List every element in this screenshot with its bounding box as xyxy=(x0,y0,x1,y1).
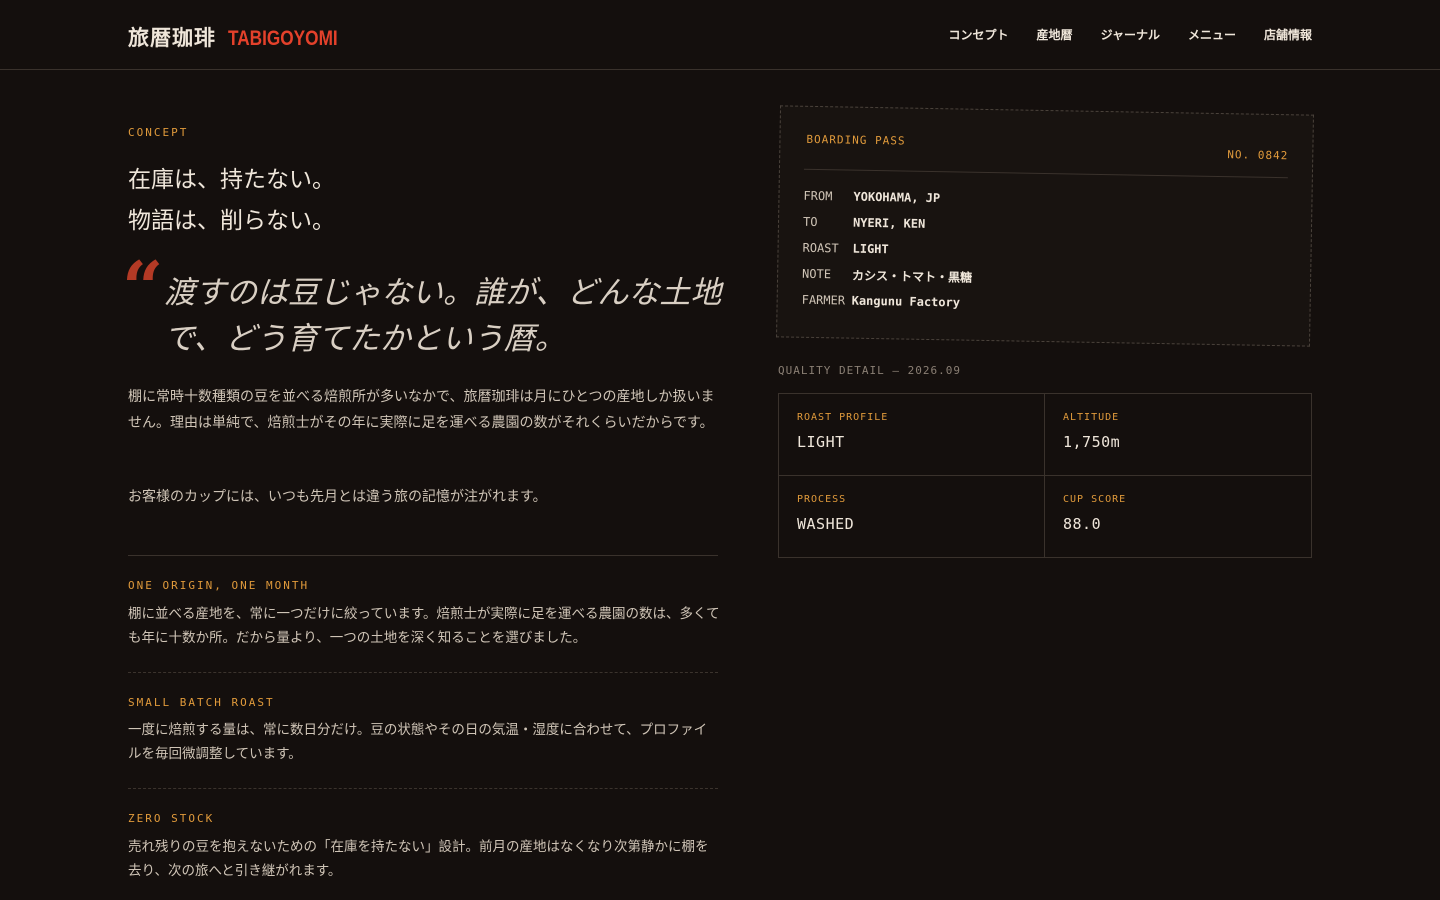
concept-paragraph-2: お客様のカップには、いつも先月とは違う旅の記憶が注がれます。 xyxy=(128,489,547,505)
divider xyxy=(128,555,718,556)
bp-key: ROAST xyxy=(802,240,839,256)
bp-key: FROM xyxy=(803,188,833,204)
quality-cell-process: PROCESS WASHED xyxy=(779,475,1045,557)
feature-body: 棚に並べる産地を、常に一つだけに絞っています。焙煎士が実際に足を運べる農園の数は… xyxy=(128,606,720,646)
boarding-pass-rule xyxy=(803,168,1288,179)
quality-label: PROCESS xyxy=(797,493,847,505)
quote-mark-icon: “ xyxy=(122,245,164,330)
bp-row-to: TO NYERI, KEN xyxy=(803,209,973,238)
main-nav: コンセプト 産地暦 ジャーナル メニュー 店舗情報 xyxy=(949,26,1312,43)
bp-key: TO xyxy=(802,214,818,230)
feature-title: SMALL BATCH ROAST xyxy=(128,696,275,709)
nav-menu[interactable]: メニュー xyxy=(1188,26,1236,43)
headline-line-1: 在庫は、持たない。 xyxy=(128,167,335,193)
boarding-pass-number: NO. 0842 xyxy=(1227,148,1289,163)
quality-label: ALTITUDE xyxy=(1063,412,1120,423)
quality-value: WASHED xyxy=(797,514,855,533)
boarding-pass-label: BOARDING PASS xyxy=(806,132,906,148)
quality-cell-altitude: ALTITUDE 1,750m xyxy=(1045,394,1311,476)
bp-key: FARMER xyxy=(801,292,846,308)
bp-row-from: FROM YOKOHAMA, JP xyxy=(803,183,973,212)
nav-store-info[interactable]: 店舗情報 xyxy=(1264,26,1312,43)
bp-value: カシス・トマト・黒糖 xyxy=(851,268,973,285)
quality-detail-grid: ROAST PROFILE LIGHT ALTITUDE 1,750m PROC… xyxy=(778,393,1312,558)
bp-row-note: NOTE カシス・トマト・黒糖 xyxy=(802,261,972,290)
feature-title: ZERO STOCK xyxy=(128,812,215,825)
quality-cell-cup-score: CUP SCORE 88.0 xyxy=(1045,476,1311,558)
bp-value: LIGHT xyxy=(852,241,889,257)
bp-row-farmer: FARMER Kangunu Factory xyxy=(801,287,971,316)
bp-value: YOKOHAMA, JP xyxy=(853,189,941,206)
brand-name-en: TABIGOYOMI xyxy=(228,27,339,50)
pull-quote: 渡すのは豆じゃない。誰が、どんな土地で、どう育てたかという暦。 xyxy=(164,275,722,357)
quality-value: 1,750m xyxy=(1063,433,1121,451)
site-header: 旅暦珈琲 TABIGOYOMI コンセプト 産地暦 ジャーナル メニュー 店舗情… xyxy=(0,0,1440,70)
bp-row-roast: ROAST LIGHT xyxy=(802,235,972,264)
boarding-pass-rows: FROM YOKOHAMA, JP TO NYERI, KEN ROAST LI… xyxy=(801,183,973,316)
feature-body: 一度に焙煎する量は、常に数日分だけ。豆の状態やその日の気温・湿度に合わせて、プロ… xyxy=(128,722,708,762)
concept-headline: 在庫は、持たない。 物語は、削らない。 xyxy=(128,160,335,242)
brand-logo[interactable]: 旅暦珈琲 TABIGOYOMI xyxy=(128,22,362,52)
bp-value: NYERI, KEN xyxy=(852,215,926,231)
quality-label: CUP SCORE xyxy=(1063,493,1127,505)
concept-paragraph-1: 棚に常時十数種類の豆を並べる焙煎所が多いなかで、旅暦珈琲は月にひとつの産地しか扱… xyxy=(128,389,715,431)
nav-concept[interactable]: コンセプト xyxy=(949,26,1009,43)
bp-key: NOTE xyxy=(802,266,832,282)
quality-value: LIGHT xyxy=(797,433,845,451)
section-label: CONCEPT xyxy=(128,126,189,139)
headline-line-2: 物語は、削らない。 xyxy=(128,208,335,234)
quality-cell-roast-profile: ROAST PROFILE LIGHT xyxy=(779,394,1045,476)
brand-name-jp: 旅暦珈琲 xyxy=(128,26,216,50)
feature-body: 売れ残りの豆を抱えないための「在庫を持たない」設計。前月の産地はなくなり次第静か… xyxy=(128,839,709,879)
quality-detail-label: QUALITY DETAIL — 2026.09 xyxy=(778,364,961,377)
quality-value: 88.0 xyxy=(1063,514,1102,533)
divider xyxy=(128,788,718,789)
bp-value: Kangunu Factory xyxy=(851,293,961,310)
boarding-pass-card: BOARDING PASS NO. 0842 FROM YOKOHAMA, JP… xyxy=(776,105,1314,347)
nav-origin-calendar[interactable]: 産地暦 xyxy=(1037,26,1073,43)
feature-title: ONE ORIGIN, ONE MONTH xyxy=(128,579,310,592)
quality-label: ROAST PROFILE xyxy=(797,412,889,423)
divider xyxy=(128,672,718,673)
nav-journal[interactable]: ジャーナル xyxy=(1101,26,1160,43)
